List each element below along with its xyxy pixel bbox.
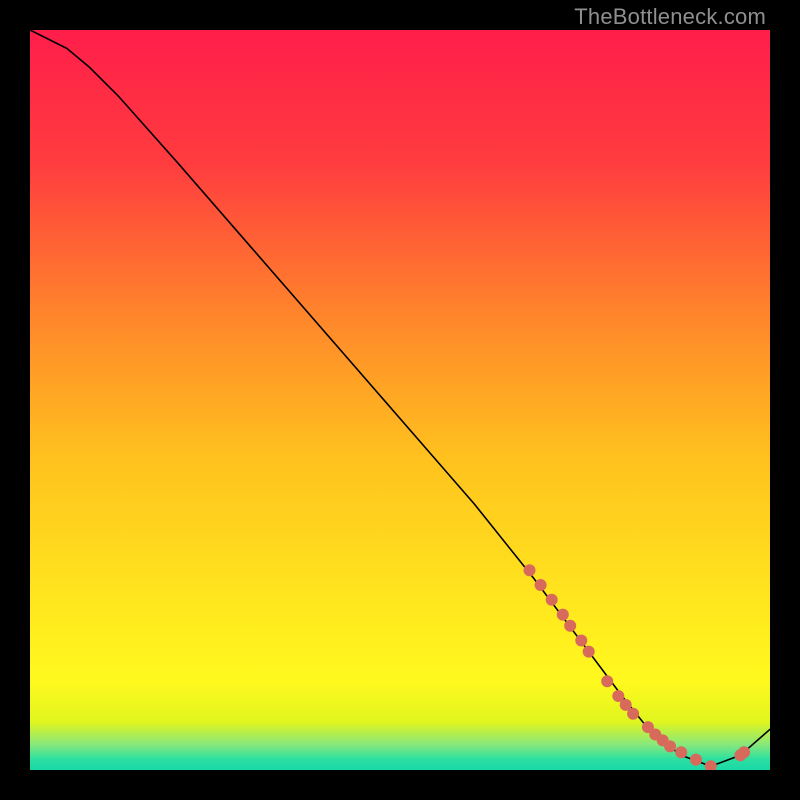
scatter-point: [690, 754, 702, 766]
scatter-point: [664, 740, 676, 752]
scatter-point: [675, 746, 687, 758]
gradient-background: [30, 30, 770, 770]
scatter-point: [738, 746, 750, 758]
scatter-point: [546, 594, 558, 606]
plot-area: [30, 30, 770, 770]
scatter-point: [557, 609, 569, 621]
scatter-point: [583, 646, 595, 658]
watermark-text: TheBottleneck.com: [574, 4, 766, 30]
scatter-point: [627, 708, 639, 720]
scatter-point: [564, 620, 576, 632]
scatter-point: [524, 564, 536, 576]
scatter-point: [535, 579, 547, 591]
scatter-point: [601, 675, 613, 687]
chart-stage: TheBottleneck.com: [0, 0, 800, 800]
chart-svg: [30, 30, 770, 770]
scatter-point: [575, 635, 587, 647]
